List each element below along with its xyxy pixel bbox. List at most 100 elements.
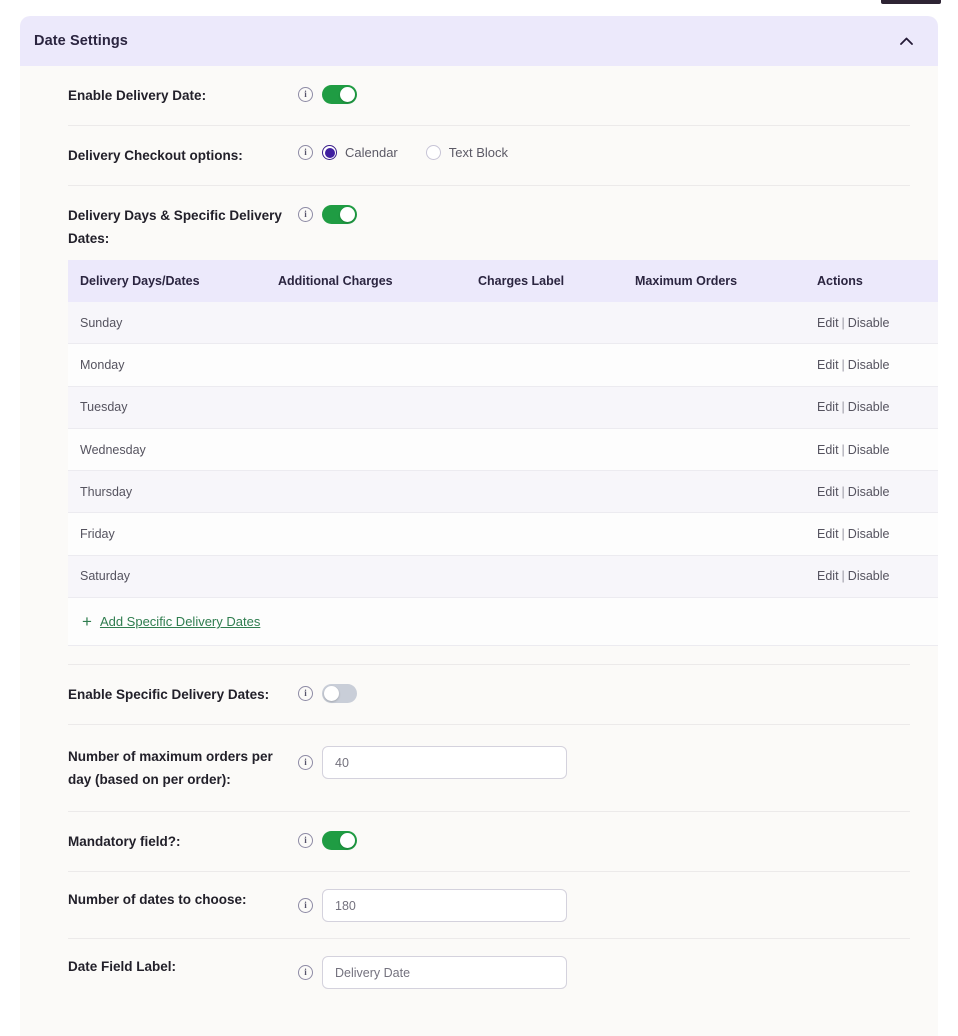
action-separator: | [841, 315, 845, 330]
column-header-additional-charges: Additional Charges [278, 274, 393, 288]
toggle-knob [324, 686, 339, 702]
control-delivery-days: i [298, 204, 357, 224]
row-date-field-label: Date Field Label: i [20, 939, 938, 1005]
action-separator: | [841, 527, 845, 542]
cell-actions: Edit | Disable [817, 316, 938, 330]
max-orders-per-day-input[interactable] [322, 746, 567, 780]
add-specific-delivery-dates-row[interactable]: + Add Specific Delivery Dates [68, 598, 938, 647]
action-separator: | [841, 400, 845, 415]
cell-day: Thursday [80, 484, 133, 499]
cell-day: Sunday [80, 315, 123, 330]
disable-link[interactable]: Disable [848, 358, 890, 372]
action-separator: | [841, 484, 845, 499]
radio-label-calendar: Calendar [345, 145, 398, 160]
toggle-enable-specific-dates[interactable] [322, 684, 357, 704]
number-of-dates-input[interactable] [322, 889, 567, 923]
cell-day: Friday [80, 527, 115, 542]
date-settings-card: Date Settings Enable Delivery Date: i De… [20, 16, 938, 1036]
edit-link[interactable]: Edit [817, 443, 839, 457]
card-body: Enable Delivery Date: i Delivery Checkou… [20, 66, 938, 1005]
edit-link[interactable]: Edit [817, 316, 839, 330]
toggle-mandatory-field[interactable] [322, 831, 357, 851]
disable-link[interactable]: Disable [848, 569, 890, 583]
table-header-row: Delivery Days/Dates Additional Charges C… [68, 260, 938, 302]
info-icon[interactable]: i [298, 898, 313, 914]
cell-actions: Edit | Disable [817, 527, 938, 541]
table-row: Wednesday Edit | Disable [68, 428, 938, 472]
info-icon[interactable]: i [298, 833, 313, 849]
disable-link[interactable]: Disable [848, 443, 890, 457]
table-row: Tuesday Edit | Disable [68, 386, 938, 429]
radio-option-text-block[interactable]: Text Block [425, 145, 509, 160]
cell-day: Monday [80, 357, 125, 372]
radio-text-block[interactable] [425, 145, 441, 160]
row-mandatory-field: Mandatory field?: i [20, 812, 938, 871]
cell-day: Wednesday [80, 442, 146, 457]
disable-link[interactable]: Disable [848, 400, 890, 414]
info-icon[interactable]: i [298, 87, 313, 102]
table-row: Saturday Edit | Disable [68, 555, 938, 599]
radio-option-calendar[interactable]: Calendar [322, 145, 398, 160]
info-icon[interactable]: i [298, 207, 313, 222]
disable-link[interactable]: Disable [848, 316, 890, 330]
table-row: Friday Edit | Disable [68, 513, 938, 556]
cell-actions: Edit | Disable [817, 485, 938, 499]
disable-link[interactable]: Disable [848, 485, 890, 499]
cell-actions: Edit | Disable [817, 443, 938, 457]
toggle-delivery-days[interactable] [322, 205, 357, 224]
table-row: Monday Edit | Disable [68, 344, 938, 387]
toggle-enable-delivery-date[interactable] [322, 85, 357, 104]
edit-link[interactable]: Edit [817, 400, 839, 414]
row-enable-specific-dates: Enable Specific Delivery Dates: i [20, 665, 938, 724]
label-mandatory-field: Mandatory field?: [68, 834, 181, 850]
toggle-knob [340, 87, 355, 102]
chevron-up-glyph [899, 37, 913, 45]
edit-link[interactable]: Edit [817, 569, 839, 583]
radio-label-text-block: Text Block [448, 145, 509, 160]
action-separator: | [841, 442, 845, 457]
add-specific-delivery-dates-link[interactable]: Add Specific Delivery Dates [100, 614, 260, 629]
control-enable-specific-dates: i [298, 683, 357, 704]
label-delivery-days: Delivery Days & Specific Delivery Dates: [68, 208, 282, 246]
control-max-orders-per-day: i [298, 745, 567, 780]
edit-link[interactable]: Edit [817, 485, 839, 499]
info-icon[interactable]: i [298, 755, 313, 771]
top-cutoff-bar [881, 0, 941, 4]
cell-actions: Edit | Disable [817, 569, 938, 583]
column-header-charges-label: Charges Label [478, 274, 565, 288]
row-number-of-dates: Number of dates to choose: i [20, 872, 938, 938]
card-header[interactable]: Date Settings [20, 16, 938, 66]
radio-group-checkout-options: Calendar Text Block [322, 145, 508, 160]
page-title: Date Settings [34, 33, 128, 49]
toggle-knob [340, 207, 355, 222]
action-separator: | [841, 569, 845, 584]
row-delivery-checkout-options: Delivery Checkout options: i Calendar Te… [20, 126, 938, 185]
cell-day: Saturday [80, 569, 131, 584]
control-delivery-checkout-options: i Calendar Text Block [298, 144, 508, 160]
table-spacer [20, 646, 938, 664]
disable-link[interactable]: Disable [848, 527, 890, 541]
info-icon[interactable]: i [298, 145, 313, 160]
edit-link[interactable]: Edit [817, 358, 839, 372]
cell-day: Tuesday [80, 400, 128, 415]
chevron-up-icon[interactable] [896, 31, 916, 51]
info-icon[interactable]: i [298, 965, 313, 981]
label-enable-specific-dates: Enable Specific Delivery Dates: [68, 687, 270, 703]
column-header-actions: Actions [817, 274, 863, 288]
plus-icon: + [82, 612, 92, 632]
edit-link[interactable]: Edit [817, 527, 839, 541]
label-delivery-checkout-options: Delivery Checkout options: [68, 148, 243, 163]
label-number-of-dates: Number of dates to choose: [68, 892, 247, 908]
info-icon[interactable]: i [298, 686, 313, 702]
row-enable-delivery-date: Enable Delivery Date: i [20, 66, 938, 125]
control-date-field-label: i [298, 955, 567, 990]
radio-calendar[interactable] [322, 145, 337, 160]
toggle-knob [340, 833, 355, 849]
table-row: Thursday Edit | Disable [68, 471, 938, 514]
cell-actions: Edit | Disable [817, 358, 938, 372]
date-field-label-input[interactable] [322, 956, 567, 990]
column-header-delivery-days: Delivery Days/Dates [80, 274, 200, 288]
row-max-orders-per-day: Number of maximum orders per day (based … [20, 725, 938, 811]
delivery-days-table: Delivery Days/Dates Additional Charges C… [68, 260, 938, 647]
control-number-of-dates: i [298, 888, 567, 923]
